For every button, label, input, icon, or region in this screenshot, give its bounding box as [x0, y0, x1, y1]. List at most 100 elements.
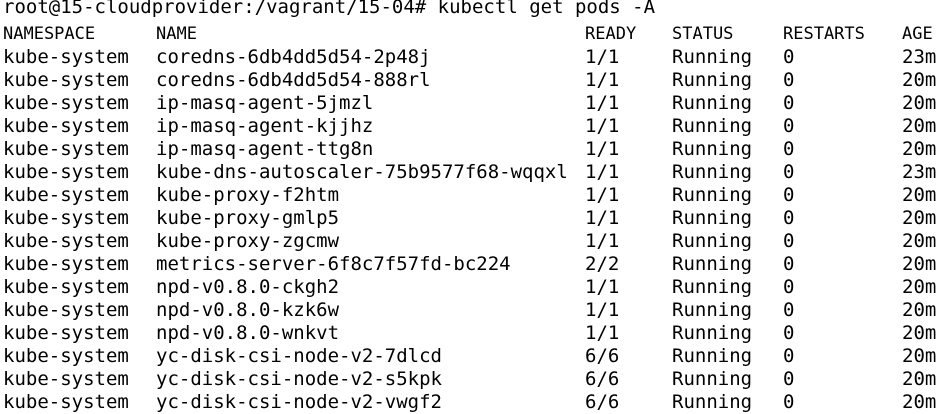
command-line: root@15-cloudprovider:/vagrant/15-04# ku…: [0, 0, 951, 23]
pod-name: kube-proxy-f2htm: [156, 184, 340, 206]
pod-namespace: kube-system: [3, 92, 129, 114]
pod-ready: 1/1: [585, 299, 620, 321]
pod-restarts: 0: [783, 184, 795, 206]
pod-status: Running: [672, 299, 753, 321]
pod-ready: 6/6: [585, 391, 620, 413]
pod-status: Running: [672, 322, 753, 344]
pod-age: 20m: [902, 230, 937, 252]
pod-age: 20m: [902, 253, 937, 275]
pod-status: Running: [672, 161, 753, 183]
pod-namespace: kube-system: [3, 253, 129, 275]
pod-namespace: kube-system: [3, 184, 129, 206]
pod-name: ip-masq-agent-5jmzl: [156, 92, 374, 114]
pod-name: yc-disk-csi-node-v2-s5kpk: [156, 368, 442, 390]
pod-namespace: kube-system: [3, 345, 129, 367]
pod-ready: 1/1: [585, 92, 620, 114]
pod-name: ip-masq-agent-kjjhz: [156, 115, 374, 137]
pod-restarts: 0: [783, 368, 795, 390]
pod-status: Running: [672, 368, 753, 390]
pod-restarts: 0: [783, 230, 795, 252]
table-row: kube-system coredns-6db4dd5d54-2p48j 1/1…: [0, 46, 951, 69]
pod-restarts: 0: [783, 92, 795, 114]
table-row: kube-system npd-v0.8.0-ckgh2 1/1 Running…: [0, 276, 951, 299]
pod-namespace: kube-system: [3, 322, 129, 344]
table-row: kube-system kube-dns-autoscaler-75b9577f…: [0, 161, 951, 184]
table-row: kube-system kube-proxy-gmlp5 1/1 Running…: [0, 207, 951, 230]
pod-restarts: 0: [783, 276, 795, 298]
pod-age: 23m: [902, 161, 937, 183]
pod-ready: 1/1: [585, 230, 620, 252]
pod-status: Running: [672, 69, 753, 91]
table-row: kube-system ip-masq-agent-kjjhz 1/1 Runn…: [0, 115, 951, 138]
table-row: kube-system kube-proxy-zgcmw 1/1 Running…: [0, 230, 951, 253]
prompt-command: root@15-cloudprovider:/vagrant/15-04# ku…: [3, 0, 656, 18]
pod-ready: 1/1: [585, 161, 620, 183]
pod-status: Running: [672, 391, 753, 413]
pod-name: ip-masq-agent-ttg8n: [156, 138, 374, 160]
pod-name: kube-dns-autoscaler-75b9577f68-wqqxl: [156, 161, 568, 183]
pod-name: coredns-6db4dd5d54-888rl: [156, 69, 431, 91]
pod-namespace: kube-system: [3, 276, 129, 298]
pod-namespace: kube-system: [3, 138, 129, 160]
pod-age: 20m: [902, 69, 937, 91]
pod-namespace: kube-system: [3, 299, 129, 321]
pod-status: Running: [672, 276, 753, 298]
pod-restarts: 0: [783, 69, 795, 91]
pod-ready: 1/1: [585, 46, 620, 68]
pod-ready: 1/1: [585, 138, 620, 160]
pod-ready: 6/6: [585, 368, 620, 390]
pod-status: Running: [672, 207, 753, 229]
pod-restarts: 0: [783, 345, 795, 367]
pod-age: 20m: [902, 322, 937, 344]
pod-name: npd-v0.8.0-ckgh2: [156, 276, 340, 298]
table-header: NAMESPACE NAME READY STATUS RESTARTS AGE: [0, 23, 951, 46]
header-ready: READY: [585, 24, 637, 44]
pod-status: Running: [672, 184, 753, 206]
header-restarts: RESTARTS: [783, 24, 865, 44]
header-age: AGE: [902, 24, 933, 44]
pod-ready: 1/1: [585, 276, 620, 298]
pod-ready: 6/6: [585, 345, 620, 367]
pod-ready: 1/1: [585, 322, 620, 344]
pod-ready: 2/2: [585, 253, 620, 275]
pod-ready: 1/1: [585, 184, 620, 206]
terminal-output[interactable]: root@15-cloudprovider:/vagrant/15-04# ku…: [0, 0, 951, 414]
pod-restarts: 0: [783, 391, 795, 413]
table-row: kube-system yc-disk-csi-node-v2-vwgf2 6/…: [0, 391, 951, 414]
pod-namespace: kube-system: [3, 46, 129, 68]
table-row: kube-system npd-v0.8.0-wnkvt 1/1 Running…: [0, 322, 951, 345]
pod-ready: 1/1: [585, 115, 620, 137]
pod-restarts: 0: [783, 207, 795, 229]
pod-age: 20m: [902, 92, 937, 114]
pod-namespace: kube-system: [3, 207, 129, 229]
header-namespace: NAMESPACE: [3, 24, 96, 44]
pod-namespace: kube-system: [3, 115, 129, 137]
pod-name: npd-v0.8.0-wnkvt: [156, 322, 340, 344]
pod-restarts: 0: [783, 322, 795, 344]
pod-namespace: kube-system: [3, 161, 129, 183]
pod-namespace: kube-system: [3, 230, 129, 252]
pod-status: Running: [672, 92, 753, 114]
pod-age: 20m: [902, 368, 937, 390]
header-name: NAME: [156, 24, 197, 44]
pod-name: npd-v0.8.0-kzk6w: [156, 299, 340, 321]
pod-age: 20m: [902, 345, 937, 367]
pod-ready: 1/1: [585, 69, 620, 91]
pod-age: 23m: [902, 46, 937, 68]
pod-age: 20m: [902, 391, 937, 413]
pod-status: Running: [672, 46, 753, 68]
pod-restarts: 0: [783, 161, 795, 183]
pod-status: Running: [672, 115, 753, 137]
pod-name: yc-disk-csi-node-v2-7dlcd: [156, 345, 442, 367]
pod-restarts: 0: [783, 299, 795, 321]
pod-name: kube-proxy-zgcmw: [156, 230, 340, 252]
pod-name: kube-proxy-gmlp5: [156, 207, 340, 229]
pod-age: 20m: [902, 299, 937, 321]
pod-namespace: kube-system: [3, 69, 129, 91]
pod-ready: 1/1: [585, 207, 620, 229]
table-row: kube-system kube-proxy-f2htm 1/1 Running…: [0, 184, 951, 207]
pod-namespace: kube-system: [3, 391, 129, 413]
table-row: kube-system ip-masq-agent-5jmzl 1/1 Runn…: [0, 92, 951, 115]
table-row: kube-system metrics-server-6f8c7f57fd-bc…: [0, 253, 951, 276]
table-row: kube-system coredns-6db4dd5d54-888rl 1/1…: [0, 69, 951, 92]
